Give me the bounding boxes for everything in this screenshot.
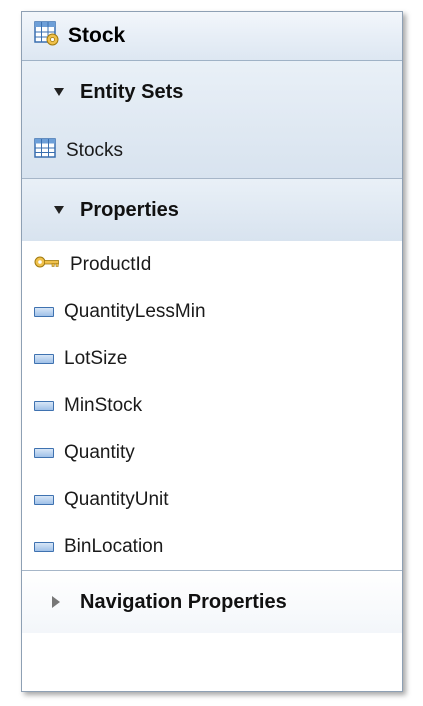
entity-set-grid-icon xyxy=(34,138,56,163)
entity-set-item-stocks[interactable]: Stocks xyxy=(22,123,402,178)
property-item-productid[interactable]: ProductId xyxy=(22,241,402,288)
entity-sets-section: Entity Sets Stocks xyxy=(22,61,402,178)
property-icon xyxy=(34,541,54,552)
entity-title: Stock xyxy=(68,24,126,47)
property-item-binlocation[interactable]: BinLocation xyxy=(22,523,402,570)
property-item-minstock[interactable]: MinStock xyxy=(22,382,402,429)
property-label: BinLocation xyxy=(64,535,164,557)
navigation-properties-header[interactable]: Navigation Properties xyxy=(22,571,402,633)
property-icon xyxy=(34,353,54,364)
expanded-triangle-icon[interactable] xyxy=(54,88,64,96)
entity-set-label: Stocks xyxy=(66,139,124,161)
key-icon xyxy=(34,255,60,274)
properties-title: Properties xyxy=(80,198,179,221)
properties-section: Properties xyxy=(22,179,402,241)
entity-header[interactable]: Stock xyxy=(22,12,402,61)
properties-header[interactable]: Properties xyxy=(22,179,402,241)
property-label: LotSize xyxy=(64,347,128,369)
property-icon xyxy=(34,306,54,317)
property-item-lotsize[interactable]: LotSize xyxy=(22,335,402,382)
property-icon xyxy=(34,494,54,505)
entity-table-gear-icon xyxy=(34,20,60,52)
property-icon xyxy=(34,447,54,458)
property-label: QuantityUnit xyxy=(64,488,169,510)
property-item-quantitylessmin[interactable]: QuantityLessMin xyxy=(22,288,402,335)
property-label: ProductId xyxy=(70,253,152,275)
navigation-properties-title: Navigation Properties xyxy=(80,590,287,613)
property-item-quantity[interactable]: Quantity xyxy=(22,429,402,476)
entity-shape-stock[interactable]: Stock Entity Sets Stocks Properties Prod… xyxy=(21,11,403,692)
entity-sets-title: Entity Sets xyxy=(80,80,184,103)
property-label: MinStock xyxy=(64,394,143,416)
navigation-properties-section: Navigation Properties xyxy=(22,571,402,633)
entity-sets-header[interactable]: Entity Sets xyxy=(22,61,402,123)
property-item-quantityunit[interactable]: QuantityUnit xyxy=(22,476,402,523)
expanded-triangle-icon[interactable] xyxy=(54,206,64,214)
property-icon xyxy=(34,400,54,411)
property-label: QuantityLessMin xyxy=(64,300,206,322)
property-label: Quantity xyxy=(64,441,135,463)
collapsed-triangle-icon[interactable] xyxy=(52,596,60,608)
